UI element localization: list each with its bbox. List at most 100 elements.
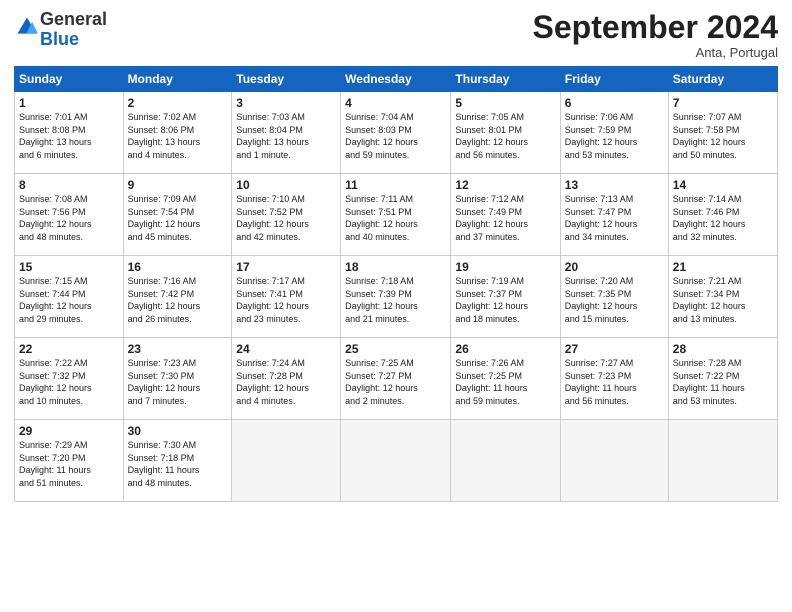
header: General Blue September 2024 Anta, Portug… (14, 10, 778, 60)
week-row-5: 29Sunrise: 7:29 AMSunset: 7:20 PMDayligh… (15, 420, 778, 502)
month-title: September 2024 (533, 10, 778, 45)
day-number: 28 (673, 342, 773, 356)
day-info: Sunrise: 7:03 AMSunset: 8:04 PMDaylight:… (236, 111, 336, 161)
day-info: Sunrise: 7:14 AMSunset: 7:46 PMDaylight:… (673, 193, 773, 243)
day-info: Sunrise: 7:29 AMSunset: 7:20 PMDaylight:… (19, 439, 119, 489)
day-number: 29 (19, 424, 119, 438)
week-row-2: 8Sunrise: 7:08 AMSunset: 7:56 PMDaylight… (15, 174, 778, 256)
day-info: Sunrise: 7:10 AMSunset: 7:52 PMDaylight:… (236, 193, 336, 243)
calendar-cell: 2Sunrise: 7:02 AMSunset: 8:06 PMDaylight… (123, 92, 232, 174)
day-number: 14 (673, 178, 773, 192)
day-info: Sunrise: 7:07 AMSunset: 7:58 PMDaylight:… (673, 111, 773, 161)
day-number: 20 (565, 260, 664, 274)
calendar-cell: 16Sunrise: 7:16 AMSunset: 7:42 PMDayligh… (123, 256, 232, 338)
day-info: Sunrise: 7:06 AMSunset: 7:59 PMDaylight:… (565, 111, 664, 161)
day-info: Sunrise: 7:30 AMSunset: 7:18 PMDaylight:… (128, 439, 228, 489)
calendar-cell: 3Sunrise: 7:03 AMSunset: 8:04 PMDaylight… (232, 92, 341, 174)
calendar-cell: 12Sunrise: 7:12 AMSunset: 7:49 PMDayligh… (451, 174, 560, 256)
calendar-cell: 20Sunrise: 7:20 AMSunset: 7:35 PMDayligh… (560, 256, 668, 338)
calendar-header-row: SundayMondayTuesdayWednesdayThursdayFrid… (15, 67, 778, 92)
logo-icon (16, 16, 38, 38)
day-info: Sunrise: 7:26 AMSunset: 7:25 PMDaylight:… (455, 357, 555, 407)
calendar-cell: 9Sunrise: 7:09 AMSunset: 7:54 PMDaylight… (123, 174, 232, 256)
day-number: 2 (128, 96, 228, 110)
day-number: 30 (128, 424, 228, 438)
day-number: 19 (455, 260, 555, 274)
calendar-cell: 24Sunrise: 7:24 AMSunset: 7:28 PMDayligh… (232, 338, 341, 420)
calendar-cell (341, 420, 451, 502)
logo: General Blue (14, 10, 107, 50)
day-number: 1 (19, 96, 119, 110)
day-number: 12 (455, 178, 555, 192)
calendar-cell (232, 420, 341, 502)
day-number: 4 (345, 96, 446, 110)
day-info: Sunrise: 7:20 AMSunset: 7:35 PMDaylight:… (565, 275, 664, 325)
calendar: SundayMondayTuesdayWednesdayThursdayFrid… (14, 66, 778, 502)
day-info: Sunrise: 7:18 AMSunset: 7:39 PMDaylight:… (345, 275, 446, 325)
calendar-cell (668, 420, 777, 502)
day-info: Sunrise: 7:16 AMSunset: 7:42 PMDaylight:… (128, 275, 228, 325)
day-number: 26 (455, 342, 555, 356)
day-number: 21 (673, 260, 773, 274)
day-info: Sunrise: 7:23 AMSunset: 7:30 PMDaylight:… (128, 357, 228, 407)
day-info: Sunrise: 7:02 AMSunset: 8:06 PMDaylight:… (128, 111, 228, 161)
day-info: Sunrise: 7:24 AMSunset: 7:28 PMDaylight:… (236, 357, 336, 407)
day-info: Sunrise: 7:17 AMSunset: 7:41 PMDaylight:… (236, 275, 336, 325)
calendar-cell: 23Sunrise: 7:23 AMSunset: 7:30 PMDayligh… (123, 338, 232, 420)
calendar-cell (560, 420, 668, 502)
day-info: Sunrise: 7:11 AMSunset: 7:51 PMDaylight:… (345, 193, 446, 243)
calendar-cell: 27Sunrise: 7:27 AMSunset: 7:23 PMDayligh… (560, 338, 668, 420)
title-block: September 2024 Anta, Portugal (533, 10, 778, 60)
day-number: 10 (236, 178, 336, 192)
day-header-wednesday: Wednesday (341, 67, 451, 92)
day-info: Sunrise: 7:28 AMSunset: 7:22 PMDaylight:… (673, 357, 773, 407)
calendar-cell: 18Sunrise: 7:18 AMSunset: 7:39 PMDayligh… (341, 256, 451, 338)
day-header-tuesday: Tuesday (232, 67, 341, 92)
calendar-cell: 4Sunrise: 7:04 AMSunset: 8:03 PMDaylight… (341, 92, 451, 174)
calendar-cell: 28Sunrise: 7:28 AMSunset: 7:22 PMDayligh… (668, 338, 777, 420)
day-number: 7 (673, 96, 773, 110)
day-number: 16 (128, 260, 228, 274)
day-info: Sunrise: 7:08 AMSunset: 7:56 PMDaylight:… (19, 193, 119, 243)
day-header-monday: Monday (123, 67, 232, 92)
calendar-cell: 14Sunrise: 7:14 AMSunset: 7:46 PMDayligh… (668, 174, 777, 256)
day-number: 24 (236, 342, 336, 356)
day-number: 13 (565, 178, 664, 192)
day-info: Sunrise: 7:05 AMSunset: 8:01 PMDaylight:… (455, 111, 555, 161)
calendar-cell: 5Sunrise: 7:05 AMSunset: 8:01 PMDaylight… (451, 92, 560, 174)
calendar-cell: 10Sunrise: 7:10 AMSunset: 7:52 PMDayligh… (232, 174, 341, 256)
page: General Blue September 2024 Anta, Portug… (0, 0, 792, 612)
calendar-cell (451, 420, 560, 502)
day-info: Sunrise: 7:01 AMSunset: 8:08 PMDaylight:… (19, 111, 119, 161)
day-number: 25 (345, 342, 446, 356)
week-row-3: 15Sunrise: 7:15 AMSunset: 7:44 PMDayligh… (15, 256, 778, 338)
day-number: 5 (455, 96, 555, 110)
day-number: 8 (19, 178, 119, 192)
day-info: Sunrise: 7:21 AMSunset: 7:34 PMDaylight:… (673, 275, 773, 325)
logo-text: General Blue (40, 10, 107, 50)
calendar-cell: 7Sunrise: 7:07 AMSunset: 7:58 PMDaylight… (668, 92, 777, 174)
calendar-cell: 15Sunrise: 7:15 AMSunset: 7:44 PMDayligh… (15, 256, 124, 338)
calendar-cell: 8Sunrise: 7:08 AMSunset: 7:56 PMDaylight… (15, 174, 124, 256)
day-number: 22 (19, 342, 119, 356)
day-number: 9 (128, 178, 228, 192)
day-number: 27 (565, 342, 664, 356)
day-info: Sunrise: 7:25 AMSunset: 7:27 PMDaylight:… (345, 357, 446, 407)
calendar-cell: 21Sunrise: 7:21 AMSunset: 7:34 PMDayligh… (668, 256, 777, 338)
calendar-cell: 6Sunrise: 7:06 AMSunset: 7:59 PMDaylight… (560, 92, 668, 174)
week-row-4: 22Sunrise: 7:22 AMSunset: 7:32 PMDayligh… (15, 338, 778, 420)
calendar-cell: 13Sunrise: 7:13 AMSunset: 7:47 PMDayligh… (560, 174, 668, 256)
calendar-cell: 19Sunrise: 7:19 AMSunset: 7:37 PMDayligh… (451, 256, 560, 338)
day-info: Sunrise: 7:04 AMSunset: 8:03 PMDaylight:… (345, 111, 446, 161)
day-info: Sunrise: 7:19 AMSunset: 7:37 PMDaylight:… (455, 275, 555, 325)
calendar-cell: 11Sunrise: 7:11 AMSunset: 7:51 PMDayligh… (341, 174, 451, 256)
location: Anta, Portugal (533, 45, 778, 60)
day-header-sunday: Sunday (15, 67, 124, 92)
day-number: 15 (19, 260, 119, 274)
day-number: 18 (345, 260, 446, 274)
calendar-cell: 22Sunrise: 7:22 AMSunset: 7:32 PMDayligh… (15, 338, 124, 420)
day-info: Sunrise: 7:15 AMSunset: 7:44 PMDaylight:… (19, 275, 119, 325)
day-info: Sunrise: 7:22 AMSunset: 7:32 PMDaylight:… (19, 357, 119, 407)
day-info: Sunrise: 7:13 AMSunset: 7:47 PMDaylight:… (565, 193, 664, 243)
day-header-thursday: Thursday (451, 67, 560, 92)
